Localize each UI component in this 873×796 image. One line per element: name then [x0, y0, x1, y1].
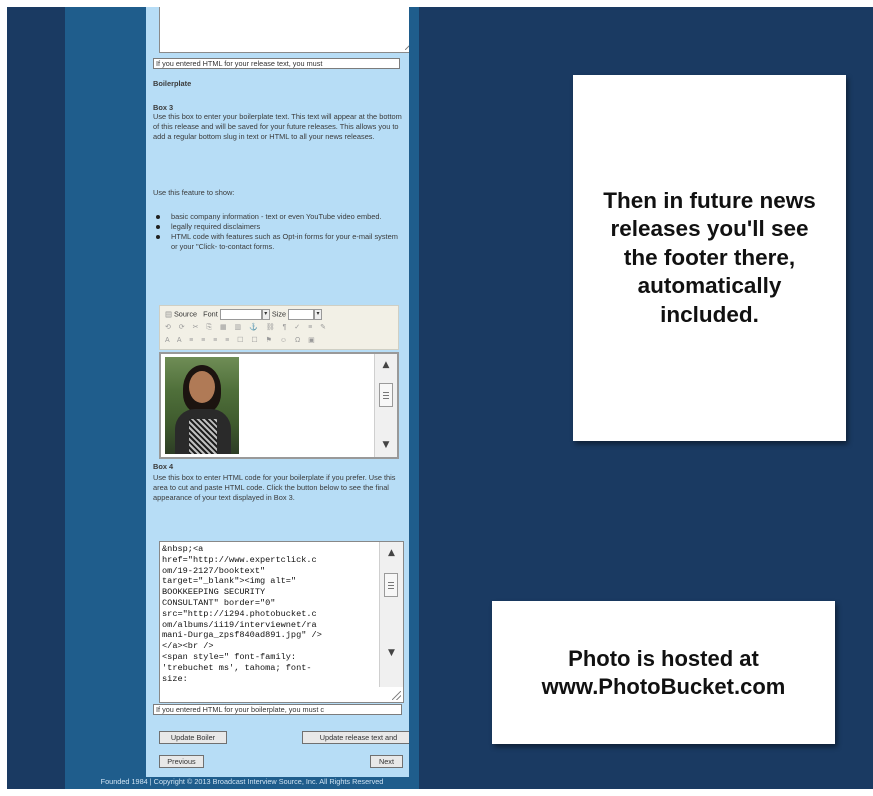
html-code-content: &nbsp;<a href="http://www.expertclick.c … — [162, 544, 322, 684]
size-select[interactable] — [288, 309, 315, 320]
profile-photo — [165, 357, 239, 454]
box3-description: Use this box to enter your boilerplate t… — [153, 112, 402, 141]
feature-list: basic company information - text or even… — [153, 212, 405, 252]
html-code-textarea[interactable]: &nbsp;<a href="http://www.expertclick.c … — [159, 541, 404, 703]
resize-grip-icon[interactable] — [392, 691, 401, 700]
release-form-panel: If you entered HTML for your release tex… — [146, 7, 409, 777]
previous-button[interactable]: Previous — [159, 755, 204, 768]
next-button[interactable]: Next — [370, 755, 403, 768]
boilerplate-heading: Boilerplate — [153, 79, 192, 88]
feature-intro: Use this feature to show: — [153, 188, 235, 197]
release-html-note: If you entered HTML for your release tex… — [153, 58, 400, 69]
feature-item: legally required disclaimers — [153, 222, 405, 232]
scroll-down-icon[interactable]: ▼ — [380, 648, 403, 658]
rich-text-toolbar: ▤ Source Font ▾ Size ▾ ⟲ ⟳ ✂ ⎘ ▦ ▥ ⚓ ⛓ ¶… — [159, 305, 399, 350]
feature-item: basic company information - text or even… — [153, 212, 405, 222]
source-button[interactable]: Source — [174, 309, 197, 318]
font-dropdown-icon[interactable]: ▾ — [261, 309, 270, 320]
release-text-area[interactable] — [159, 7, 409, 53]
box4-heading: Box 4 — [153, 462, 174, 471]
feature-item: HTML code with features such as Opt-in f… — [153, 232, 405, 252]
size-dropdown-icon[interactable]: ▾ — [314, 309, 323, 320]
photo-callout-line1: Photo is hosted at — [568, 645, 759, 671]
photo-callout-line2: www.PhotoBucket.com — [541, 673, 786, 699]
left-sidebar-band — [65, 7, 152, 777]
editor-scrollbar[interactable]: ▲ ▼ — [374, 354, 397, 457]
screenshot-canvas: If you entered HTML for your release tex… — [7, 7, 873, 789]
font-select[interactable] — [219, 309, 262, 320]
code-scrollbar[interactable]: ▲ ▼ — [379, 542, 403, 687]
scroll-down-icon[interactable]: ▼ — [375, 440, 397, 450]
scroll-thumb[interactable] — [384, 573, 398, 597]
site-footer: Founded 1984 | Copyright © 2013 Broadcas… — [65, 777, 419, 789]
scroll-thumb[interactable] — [379, 383, 393, 407]
resize-grip-icon[interactable] — [405, 41, 409, 50]
boilerplate-html-note: If you entered HTML for your boilerplate… — [153, 704, 402, 715]
scroll-up-icon[interactable]: ▲ — [380, 548, 403, 558]
boilerplate-editor[interactable]: ▲ ▼ — [159, 352, 399, 459]
format-toolbar-row[interactable]: ⟲ ⟳ ✂ ⎘ ▦ ▥ ⚓ ⛓ ¶ ✓ ≡ ✎ — [165, 323, 329, 334]
align-toolbar-row[interactable]: A A ≡ ≡ ≡ ≡ ☐ ☐ ⚑ ☺ Ω ▣ — [165, 336, 318, 347]
photo-callout: Photo is hosted at www.PhotoBucket.com — [492, 601, 835, 744]
size-label: Size — [271, 309, 287, 319]
update-release-button[interactable]: Update release text and — [302, 731, 409, 744]
source-icon[interactable]: ▤ — [165, 309, 172, 318]
update-boiler-button[interactable]: Update Boiler — [159, 731, 227, 744]
font-label: Font — [203, 309, 218, 319]
footer-callout: Then in future news releases you'll see … — [573, 75, 846, 441]
box4-description: Use this box to enter HTML code for your… — [153, 473, 396, 502]
scroll-up-icon[interactable]: ▲ — [375, 360, 397, 370]
